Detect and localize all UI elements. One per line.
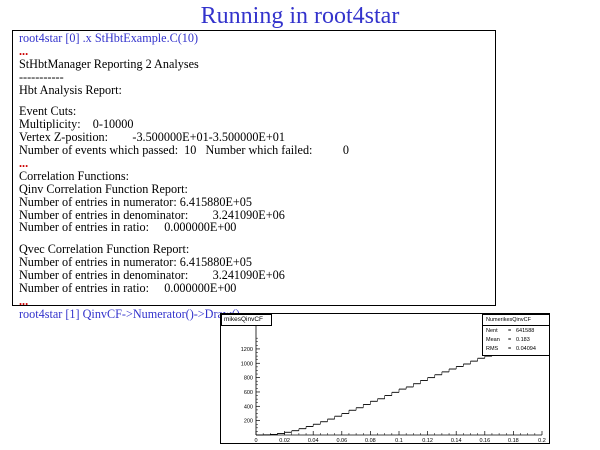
stats-value: 641588 [516,328,535,334]
stats-equals: = [508,328,512,334]
x-tick-label: 0.18 [508,438,519,444]
x-tick-label: 0.08 [365,438,376,444]
x-tick-label: 0.02 [279,438,290,444]
y-tick-label: 600 [244,390,253,396]
terminal-line: Correlation Functions: [19,168,130,183]
stats-row: Mean = 0.183 [486,336,546,345]
x-tick-label: 0.16 [479,438,490,444]
terminal-ellipsis: ... [19,156,29,171]
terminal-line: Hbt Analysis Report: [19,82,122,97]
stats-key: RMS [486,346,499,352]
stats-row: Nent = 641588 [486,327,546,336]
x-tick-label: 0.04 [308,438,319,444]
y-tick-label: 1000 [241,361,253,367]
terminal-line: Qinv Correlation Function Report: [19,181,188,196]
terminal-output: root4star [0] .x StHbtExample.C(10)... St… [12,30,496,320]
stats-key: Mean [486,337,500,343]
terminal-command-line: root4star [0] .x StHbtExample.C(10) [19,31,199,45]
stats-value: 0.04094 [516,346,536,352]
y-tick-label: 800 [244,376,253,382]
stats-row: RMS = 0.04094 [486,345,546,354]
terminal-line: Number of events which passed: 10 Number… [19,143,350,158]
terminal-ellipsis: ... [19,43,29,58]
stats-equals: = [508,346,512,352]
terminal-line: ----------- [19,69,64,84]
histogram-canvas[interactable]: 0 0.02 0.04 0.06 0.08 0.1 0.12 0.14 0.16 0.18 0.2 2… [220,313,550,444]
stats-value: 0.183 [516,337,530,343]
histogram-title-label: mikesQinvCF [221,314,273,326]
stats-box-title: NumerikesQinvCF [483,316,549,326]
y-tick-label: 1200 [241,347,253,353]
x-tick-label: 0.14 [451,438,462,444]
y-tick-label: 200 [244,419,253,425]
x-tick-label: 0.2 [538,438,546,444]
terminal-line: Number of entries in numerator: 6.415880… [19,194,252,209]
stats-equals: = [508,337,512,343]
x-tick-label: 0.1 [395,438,403,444]
x-tick-label: 0 [254,438,257,444]
x-tick-label: 0.06 [336,438,347,444]
terminal-line: Number of entries in ratio: 0.000000E+00 [19,220,237,235]
stats-box: NumerikesQinvCF Nent = 641588 Mean = 0.183 RMS… [482,314,550,356]
terminal-line: Number of entries in ratio: 0.000000E+00 [19,281,237,296]
x-tick-label: 0.12 [422,438,433,444]
y-tick-label: 400 [244,404,253,410]
slide-title: Running in root4star [200,3,400,29]
stats-key: Nent [486,328,498,334]
terminal-line: StHbtManager Reporting 2 Analyses [19,56,199,71]
terminal-ellipsis: ... [19,293,29,308]
